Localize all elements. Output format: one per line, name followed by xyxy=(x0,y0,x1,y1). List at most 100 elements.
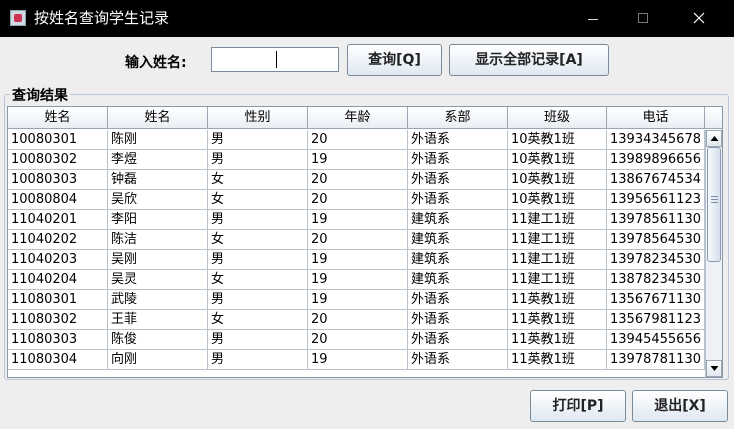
table-cell[interactable]: 11英教1班 xyxy=(508,310,607,330)
table-cell[interactable]: 外语系 xyxy=(408,290,508,310)
table-cell[interactable]: 10英教1班 xyxy=(508,170,607,190)
table-cell[interactable]: 男 xyxy=(208,330,308,350)
table-cell[interactable]: 13978561130 xyxy=(607,210,705,230)
table-cell[interactable]: 13978234530 xyxy=(607,250,705,270)
table-cell[interactable]: 13567671130 xyxy=(607,290,705,310)
table-cell[interactable]: 建筑系 xyxy=(408,210,508,230)
table-cell[interactable]: 13878234530 xyxy=(607,270,705,290)
table-cell[interactable]: 11080301 xyxy=(8,290,108,310)
table-cell[interactable]: 吴刚 xyxy=(108,250,208,270)
table-cell[interactable]: 20 xyxy=(308,310,408,330)
table-cell[interactable]: 王菲 xyxy=(108,310,208,330)
print-button[interactable]: 打印[P] xyxy=(530,390,626,422)
table-cell[interactable]: 陈俊 xyxy=(108,330,208,350)
name-input[interactable] xyxy=(211,47,339,72)
table-cell[interactable]: 10英教1班 xyxy=(508,150,607,170)
table-cell[interactable]: 李煜 xyxy=(108,150,208,170)
table-cell[interactable]: 13934345678 xyxy=(607,130,705,150)
table-cell[interactable]: 10080804 xyxy=(8,190,108,210)
table-cell[interactable]: 女 xyxy=(208,170,308,190)
table-cell[interactable]: 13989896656 xyxy=(607,150,705,170)
table-cell[interactable]: 男 xyxy=(208,290,308,310)
table-row[interactable]: 10080301 陈刚男 20 外语系 10英教1班 13934345678 xyxy=(8,130,705,150)
table-cell[interactable]: 武陵 xyxy=(108,290,208,310)
table-cell[interactable]: 男 xyxy=(208,350,308,370)
table-cell[interactable]: 19 xyxy=(308,290,408,310)
table-cell[interactable]: 10080303 xyxy=(8,170,108,190)
table-cell[interactable]: 11英教1班 xyxy=(508,350,607,370)
table-cell[interactable]: 11英教1班 xyxy=(508,330,607,350)
table-cell[interactable]: 女 xyxy=(208,230,308,250)
table-row[interactable]: 11080304 向刚男 19 外语系 11英教1班 13978781130 xyxy=(8,350,705,370)
table-cell[interactable]: 11建工1班 xyxy=(508,210,607,230)
maximize-button[interactable] xyxy=(620,0,666,37)
table-cell[interactable]: 外语系 xyxy=(408,150,508,170)
table-cell[interactable]: 11080303 xyxy=(8,330,108,350)
table-cell[interactable]: 13867674534 xyxy=(607,170,705,190)
table-cell[interactable]: 外语系 xyxy=(408,170,508,190)
scroll-up-button[interactable] xyxy=(706,130,722,147)
table-cell[interactable]: 11040201 xyxy=(8,210,108,230)
title-bar[interactable]: 按姓名查询学生记录 xyxy=(0,0,734,37)
table-row[interactable]: 11040202 陈洁女 20 建筑系 11建工1班 13978564530 xyxy=(8,230,705,250)
column-header[interactable]: 年龄 xyxy=(308,107,408,129)
table-row[interactable]: 11040203 吴刚男 19 建筑系 11建工1班 13978234530 xyxy=(8,250,705,270)
table-cell[interactable]: 11建工1班 xyxy=(508,250,607,270)
table-cell[interactable]: 向刚 xyxy=(108,350,208,370)
query-button[interactable]: 查询[Q] xyxy=(347,44,442,76)
table-cell[interactable]: 19 xyxy=(308,210,408,230)
table-cell[interactable]: 男 xyxy=(208,250,308,270)
table-row[interactable]: 11040201 李阳男 19 建筑系 11建工1班 13978561130 xyxy=(8,210,705,230)
close-button[interactable] xyxy=(676,0,722,37)
table-cell[interactable]: 外语系 xyxy=(408,310,508,330)
table-row[interactable]: 10080302 李煜男 19 外语系 10英教1班 13989896656 xyxy=(8,150,705,170)
column-header[interactable]: 姓名 xyxy=(108,107,208,129)
table-cell[interactable]: 陈刚 xyxy=(108,130,208,150)
column-header[interactable]: 性别 xyxy=(208,107,308,129)
table-cell[interactable]: 10英教1班 xyxy=(508,130,607,150)
table-cell[interactable]: 11040202 xyxy=(8,230,108,250)
table-cell[interactable]: 11建工1班 xyxy=(508,270,607,290)
table-cell[interactable]: 吴欣 xyxy=(108,190,208,210)
table-cell[interactable]: 陈洁 xyxy=(108,230,208,250)
table-cell[interactable]: 13945455656 xyxy=(607,330,705,350)
table-cell[interactable]: 19 xyxy=(308,150,408,170)
table-cell[interactable]: 13978781130 xyxy=(607,350,705,370)
table-row[interactable]: 10080303 钟磊女 20 外语系 10英教1班 13867674534 xyxy=(8,170,705,190)
table-cell[interactable]: 11建工1班 xyxy=(508,230,607,250)
column-header[interactable]: 班级 xyxy=(508,107,607,129)
table-cell[interactable]: 外语系 xyxy=(408,130,508,150)
table-row[interactable]: 11040204 吴灵女 19 建筑系 11建工1班 13878234530 xyxy=(8,270,705,290)
show-all-records-button[interactable]: 显示全部记录[A] xyxy=(449,44,609,76)
table-cell[interactable]: 外语系 xyxy=(408,350,508,370)
table-cell[interactable]: 建筑系 xyxy=(408,230,508,250)
table-cell[interactable]: 19 xyxy=(308,350,408,370)
table-cell[interactable]: 李阳 xyxy=(108,210,208,230)
table-cell[interactable]: 20 xyxy=(308,330,408,350)
table-cell[interactable]: 外语系 xyxy=(408,330,508,350)
table-cell[interactable]: 20 xyxy=(308,130,408,150)
table-cell[interactable]: 11040204 xyxy=(8,270,108,290)
table-cell[interactable]: 11080304 xyxy=(8,350,108,370)
table-row[interactable]: 10080804 吴欣女 20 外语系 10英教1班 13956561123 xyxy=(8,190,705,210)
scroll-down-button[interactable] xyxy=(706,360,722,377)
table-cell[interactable]: 19 xyxy=(308,250,408,270)
table-cell[interactable]: 19 xyxy=(308,270,408,290)
table-row[interactable]: 11080303 陈俊男 20 外语系 11英教1班 13945455656 xyxy=(8,330,705,350)
table-cell[interactable]: 20 xyxy=(308,170,408,190)
table-cell[interactable]: 女 xyxy=(208,270,308,290)
table-cell[interactable]: 建筑系 xyxy=(408,270,508,290)
table-cell[interactable]: 男 xyxy=(208,210,308,230)
table-cell[interactable]: 13978564530 xyxy=(607,230,705,250)
table-cell[interactable]: 男 xyxy=(208,130,308,150)
table-cell[interactable]: 13956561123 xyxy=(607,190,705,210)
table-cell[interactable]: 10英教1班 xyxy=(508,190,607,210)
table-cell[interactable]: 20 xyxy=(308,230,408,250)
table-cell[interactable]: 20 xyxy=(308,190,408,210)
table-cell[interactable]: 建筑系 xyxy=(408,250,508,270)
column-header[interactable]: 姓名 xyxy=(8,107,108,129)
table-cell[interactable]: 10080302 xyxy=(8,150,108,170)
table-cell[interactable]: 外语系 xyxy=(408,190,508,210)
table-cell[interactable]: 13567981123 xyxy=(607,310,705,330)
column-header[interactable]: 系部 xyxy=(408,107,508,129)
